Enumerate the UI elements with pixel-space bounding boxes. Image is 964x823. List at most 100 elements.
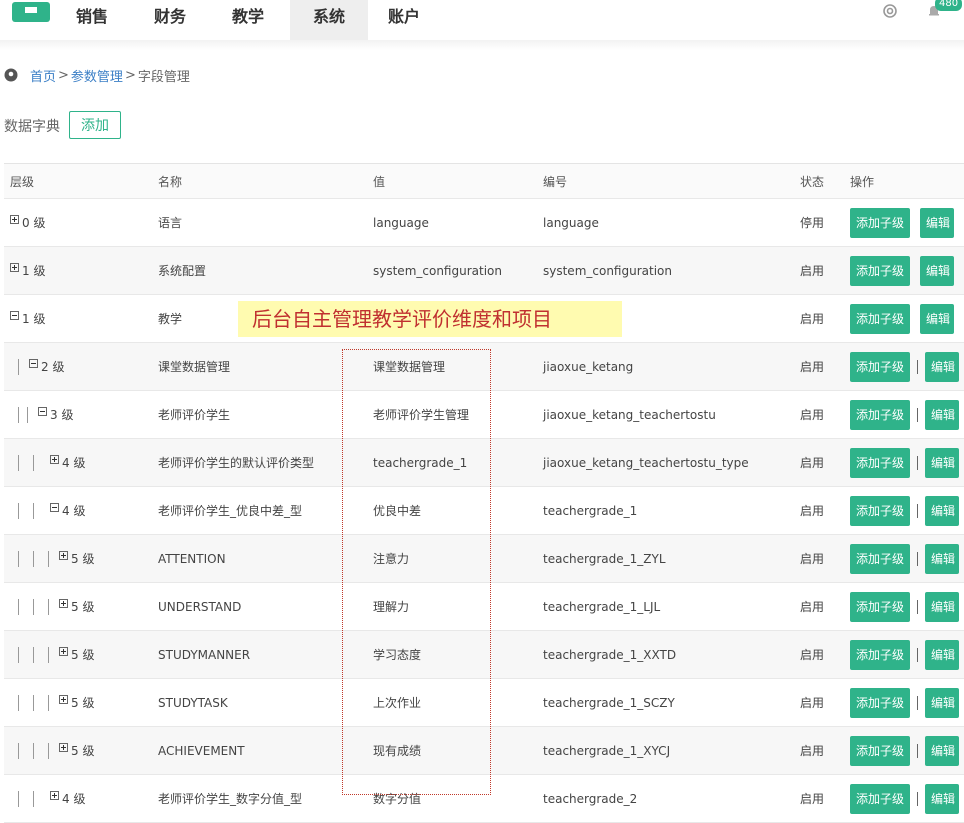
top-navbar: 销售 财务 教学 系统 账户 480 bbox=[0, 0, 964, 41]
tree-guide-line bbox=[33, 742, 34, 759]
collapse-icon[interactable] bbox=[29, 359, 38, 368]
actions-cell: 添加子级 编辑 bbox=[850, 583, 959, 630]
name-cell: ACHIEVEMENT bbox=[158, 743, 245, 758]
add-child-button[interactable]: 添加子级 bbox=[850, 351, 910, 382]
name-cell: 教学 bbox=[158, 312, 183, 326]
expand-icon[interactable] bbox=[59, 551, 68, 560]
add-child-button[interactable]: 添加子级 bbox=[850, 687, 910, 718]
name-cell: 老师评价学生_优良中差_型 bbox=[158, 504, 303, 518]
expand-icon[interactable] bbox=[50, 791, 59, 800]
collapse-icon[interactable] bbox=[50, 503, 59, 512]
edit-button[interactable]: 编辑 bbox=[925, 543, 959, 574]
tree-guide-line bbox=[33, 454, 34, 471]
nav-item-account[interactable]: 账户 bbox=[372, 0, 436, 40]
edit-button[interactable]: 编辑 bbox=[925, 351, 959, 382]
level-cell: 3 级 bbox=[10, 391, 73, 438]
status-cell: 启用 bbox=[800, 600, 825, 614]
level-text: 2 级 bbox=[41, 360, 65, 374]
name-cell: 语言 bbox=[158, 216, 183, 230]
nav-item-finance[interactable]: 财务 bbox=[138, 0, 202, 40]
level-cell: 4 级 bbox=[10, 775, 85, 822]
level-text: 5 级 bbox=[71, 648, 95, 662]
nav-item-system[interactable]: 系统 bbox=[290, 0, 368, 40]
code-cell: jiaoxue_ketang bbox=[543, 359, 634, 374]
expand-icon[interactable] bbox=[59, 599, 68, 608]
status-cell: 启用 bbox=[800, 648, 825, 662]
header-level: 层级 bbox=[10, 174, 35, 189]
tree-guide-line bbox=[18, 598, 19, 615]
action-separator bbox=[917, 791, 918, 806]
expand-icon[interactable] bbox=[50, 455, 59, 464]
tree-guide-line bbox=[33, 598, 34, 615]
expand-icon[interactable] bbox=[59, 695, 68, 704]
add-child-button[interactable]: 添加子级 bbox=[850, 783, 910, 814]
edit-button[interactable]: 编辑 bbox=[925, 687, 959, 718]
action-separator bbox=[917, 359, 918, 374]
code-cell: teachergrade_1_LJL bbox=[543, 599, 661, 614]
level-text: 4 级 bbox=[62, 504, 86, 518]
level-cell: 5 级 bbox=[10, 535, 94, 582]
code-cell: language bbox=[543, 215, 599, 230]
edit-button[interactable]: 编辑 bbox=[925, 447, 959, 478]
level-text: 1 级 bbox=[22, 312, 46, 326]
expand-icon[interactable] bbox=[59, 647, 68, 656]
level-cell: 5 级 bbox=[10, 631, 94, 678]
navbar-shadow bbox=[0, 40, 964, 50]
tree-guide-line bbox=[18, 742, 19, 759]
table-header: 层级 名称 值 编号 状态 操作 bbox=[4, 164, 964, 199]
breadcrumb-parent-link[interactable]: 参数管理 bbox=[71, 66, 123, 85]
tree-guide-line bbox=[48, 646, 49, 663]
add-child-button[interactable]: 添加子级 bbox=[850, 399, 910, 430]
level-cell: 5 级 bbox=[10, 727, 94, 774]
breadcrumb-home-link[interactable]: 首页 bbox=[30, 66, 56, 85]
edit-button[interactable]: 编辑 bbox=[920, 207, 954, 238]
table-row: 1 级 系统配置 system_configuration system_con… bbox=[4, 247, 964, 295]
status-cell: 启用 bbox=[800, 360, 825, 374]
add-child-button[interactable]: 添加子级 bbox=[850, 447, 910, 478]
nav-item-sales[interactable]: 销售 bbox=[60, 0, 124, 40]
expand-icon[interactable] bbox=[10, 263, 19, 272]
level-text: 1 级 bbox=[22, 264, 46, 278]
add-child-button[interactable]: 添加子级 bbox=[850, 735, 910, 766]
collapse-icon[interactable] bbox=[38, 407, 47, 416]
edit-button[interactable]: 编辑 bbox=[925, 735, 959, 766]
level-text: 4 级 bbox=[62, 792, 86, 806]
actions-cell: 添加子级 编辑 bbox=[850, 727, 959, 774]
action-separator bbox=[917, 407, 918, 422]
tree-guide-line bbox=[18, 358, 19, 375]
tree-guide-line bbox=[18, 646, 19, 663]
add-child-button[interactable]: 添加子级 bbox=[850, 495, 910, 526]
add-child-button[interactable]: 添加子级 bbox=[850, 303, 910, 334]
dictionary-label: 数据字典 bbox=[4, 119, 60, 135]
edit-button[interactable]: 编辑 bbox=[925, 783, 959, 814]
add-child-button[interactable]: 添加子级 bbox=[850, 255, 910, 286]
edit-button[interactable]: 编辑 bbox=[925, 399, 959, 430]
expand-icon[interactable] bbox=[59, 743, 68, 752]
status-cell: 启用 bbox=[800, 744, 825, 758]
edit-button[interactable]: 编辑 bbox=[925, 495, 959, 526]
edit-button[interactable]: 编辑 bbox=[920, 303, 954, 334]
add-child-button[interactable]: 添加子级 bbox=[850, 591, 910, 622]
status-cell: 启用 bbox=[800, 696, 825, 710]
nav-item-teaching[interactable]: 教学 bbox=[216, 0, 280, 40]
action-separator bbox=[917, 455, 918, 470]
status-cell: 启用 bbox=[800, 312, 825, 326]
name-cell: 老师评价学生_数字分值_型 bbox=[158, 792, 303, 806]
help-lifebuoy-icon[interactable] bbox=[883, 4, 897, 18]
table-row: 0 级 语言 language language 停用 添加子级 编辑 bbox=[4, 199, 964, 247]
collapse-icon[interactable] bbox=[10, 311, 19, 320]
edit-button[interactable]: 编辑 bbox=[925, 591, 959, 622]
actions-cell: 添加子级 编辑 bbox=[850, 391, 959, 438]
action-separator bbox=[917, 743, 918, 758]
add-child-button[interactable]: 添加子级 bbox=[850, 639, 910, 670]
add-child-button[interactable]: 添加子级 bbox=[850, 543, 910, 574]
add-child-button[interactable]: 添加子级 bbox=[850, 207, 910, 238]
tree-guide-line bbox=[33, 694, 34, 711]
edit-button[interactable]: 编辑 bbox=[920, 255, 954, 286]
header-status: 状态 bbox=[800, 174, 825, 189]
menu-toggle-button[interactable] bbox=[12, 2, 50, 22]
actions-cell: 添加子级 编辑 bbox=[850, 775, 959, 822]
add-button[interactable]: 添加 bbox=[69, 111, 121, 139]
expand-icon[interactable] bbox=[10, 215, 19, 224]
edit-button[interactable]: 编辑 bbox=[925, 639, 959, 670]
